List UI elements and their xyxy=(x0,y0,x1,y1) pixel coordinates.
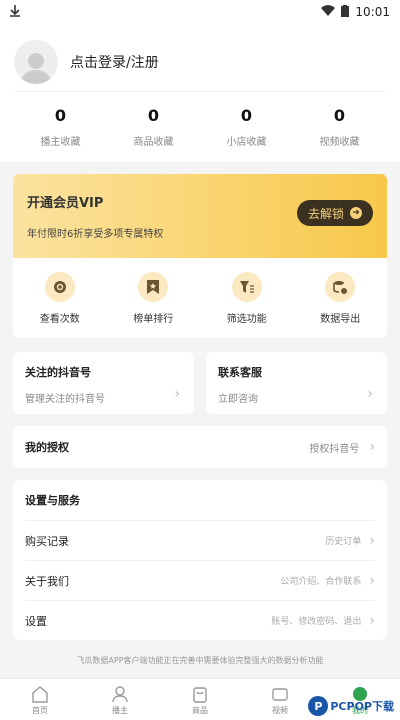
tab-products[interactable]: 商品 xyxy=(160,679,240,720)
chevron-right-icon: › xyxy=(369,612,375,629)
row-label: 关于我们 xyxy=(25,574,69,588)
status-time: 10:01 xyxy=(355,5,390,19)
footer-note: 飞瓜数据APP客户端功能正在完善中需要体验完整强大的数据分析功能 xyxy=(0,654,400,668)
profile-header: 点击登录/注册 0 播主收藏 0 商品收藏 0 小店收藏 0 视频收藏 xyxy=(0,24,400,162)
login-row[interactable]: 点击登录/注册 xyxy=(14,32,386,92)
row-hint: 公司介绍、合作联系 xyxy=(280,577,362,587)
search-icon xyxy=(44,271,75,302)
unlock-label: 去解锁 xyxy=(307,206,344,221)
video-icon xyxy=(271,685,289,703)
unlock-button[interactable]: 去解锁 ➜ xyxy=(297,200,373,226)
export-icon xyxy=(325,271,356,302)
stat-label: 商品收藏 xyxy=(133,137,174,148)
card-subtitle: 管理关注的抖音号 xyxy=(25,394,105,405)
wifi-icon xyxy=(321,4,336,20)
person-icon xyxy=(111,685,129,703)
auth-title: 我的授权 xyxy=(25,441,69,454)
chevron-right-icon: › xyxy=(369,532,375,549)
card-title: 关注的抖音号 xyxy=(25,366,91,379)
followed-douyin-card[interactable]: 关注的抖音号 管理关注的抖音号 › xyxy=(13,352,194,414)
feature-label: 查看次数 xyxy=(39,313,80,325)
watermark-text: PCPOP下载 xyxy=(330,700,394,713)
tab-home[interactable]: 首页 xyxy=(0,679,80,720)
stat-number: 0 xyxy=(54,106,67,125)
stat-number: 0 xyxy=(333,106,346,125)
filter-icon xyxy=(231,271,262,302)
card-subtitle: 立即咨询 xyxy=(218,394,258,405)
vip-subtitle: 年付限时6折享受多项专属特权 xyxy=(27,229,164,240)
row-label: 购买记录 xyxy=(25,534,69,548)
arrow-right-icon: ➜ xyxy=(350,207,362,219)
card-title: 联系客服 xyxy=(218,366,262,379)
vip-banner[interactable]: 开通会员VIP 年付限时6折享受多项专属特权 去解锁 ➜ xyxy=(13,174,387,258)
row-detail: 账号、修改密码、退出 › xyxy=(271,613,375,629)
about-us-row[interactable]: 关于我们 公司介绍、合作联系 › xyxy=(25,560,375,600)
feature-view-count[interactable]: 查看次数 xyxy=(13,271,107,325)
bookmark-icon xyxy=(138,271,169,302)
feature-label: 筛选功能 xyxy=(226,313,267,325)
row-detail: 历史订单 › xyxy=(325,533,375,549)
feature-filter[interactable]: 筛选功能 xyxy=(200,271,294,325)
row-label: 设置 xyxy=(25,614,47,628)
auth-action: 授权抖音号 › xyxy=(309,439,375,455)
chevron-right-icon: › xyxy=(369,439,375,455)
footer-line: 飞瓜数据APP客户端功能正在完善中需要体验完整强大的数据分析功能 xyxy=(76,656,324,665)
status-bar: 10:01 xyxy=(0,0,400,24)
quick-cards: 关注的抖音号 管理关注的抖音号 › 联系客服 立即咨询 › xyxy=(13,352,387,414)
feature-export[interactable]: 数据导出 xyxy=(294,271,388,325)
battery-icon xyxy=(341,4,350,20)
stat-product-favorites[interactable]: 0 商品收藏 xyxy=(107,106,200,148)
stat-label: 播主收藏 xyxy=(40,137,81,148)
tab-streamer[interactable]: 播主 xyxy=(80,679,160,720)
vip-features: 查看次数 榜单排行 筛选功能 数据导出 xyxy=(13,258,387,338)
auth-right-label: 授权抖音号 xyxy=(309,443,360,455)
feature-label: 榜单排行 xyxy=(133,313,174,325)
tab-label: 播主 xyxy=(112,706,128,715)
watermark-logo: P PCPOP下载 xyxy=(308,696,394,716)
tab-label: 首页 xyxy=(32,706,48,715)
feature-ranking[interactable]: 榜单排行 xyxy=(107,271,201,325)
section-title: 设置与服务 xyxy=(25,494,80,507)
row-detail: 公司介绍、合作联系 › xyxy=(280,573,375,589)
favorites-stats: 0 播主收藏 0 商品收藏 0 小店收藏 0 视频收藏 xyxy=(14,92,386,162)
chevron-right-icon: › xyxy=(174,386,180,402)
stat-video-favorites[interactable]: 0 视频收藏 xyxy=(293,106,386,148)
my-authorization-row[interactable]: 我的授权 授权抖音号 › xyxy=(13,426,387,468)
stat-number: 0 xyxy=(240,106,253,125)
row-hint: 历史订单 xyxy=(325,537,362,547)
avatar[interactable] xyxy=(14,39,58,84)
stat-label: 小店收藏 xyxy=(226,137,267,148)
feature-label: 数据导出 xyxy=(320,313,361,325)
watermark-p-icon: P xyxy=(308,696,329,716)
chevron-right-icon: › xyxy=(367,386,373,402)
login-register-link[interactable]: 点击登录/注册 xyxy=(70,52,159,72)
purchase-history-row[interactable]: 购买记录 历史订单 › xyxy=(25,520,375,560)
download-icon xyxy=(10,4,20,20)
tab-label: 商品 xyxy=(192,706,208,715)
settings-row[interactable]: 设置 账号、修改密码、退出 › xyxy=(25,600,375,640)
stat-shop-favorites[interactable]: 0 小店收藏 xyxy=(200,106,293,148)
bag-icon xyxy=(191,685,209,703)
settings-services-section: 设置与服务 购买记录 历史订单 › 关于我们 公司介绍、合作联系 › 设置 账号… xyxy=(13,480,387,640)
stat-label: 视频收藏 xyxy=(319,137,360,148)
contact-support-card[interactable]: 联系客服 立即咨询 › xyxy=(206,352,387,414)
stat-streamer-favorites[interactable]: 0 播主收藏 xyxy=(14,106,107,148)
stat-number: 0 xyxy=(147,106,160,125)
row-hint: 账号、修改密码、退出 xyxy=(271,617,362,627)
home-icon xyxy=(31,685,49,703)
chevron-right-icon: › xyxy=(369,572,375,589)
